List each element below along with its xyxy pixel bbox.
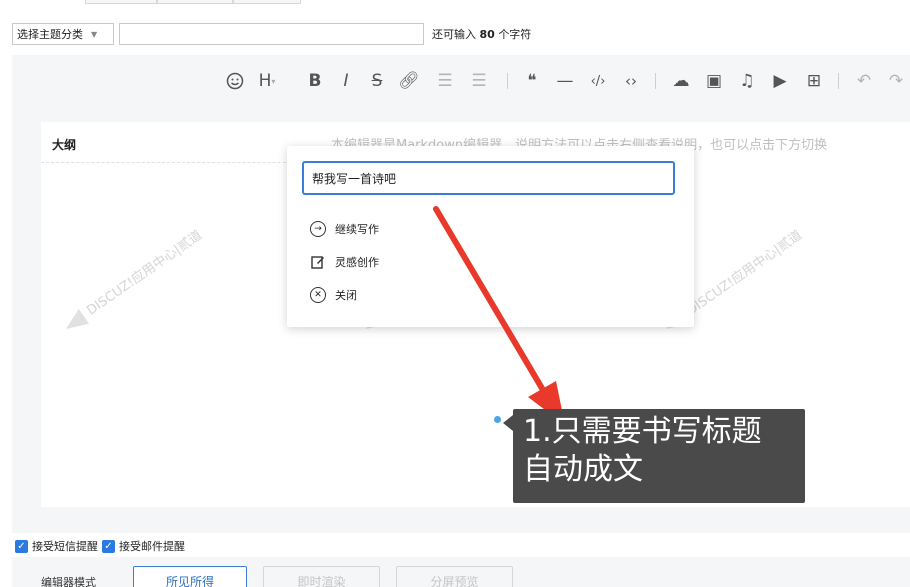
editor-mode-bar: 编辑器模式 所见所得 即时渲染 分屏预览 [12, 557, 910, 587]
tooltip-line1: 1.只需要书写标题 [523, 414, 762, 449]
email-checkbox[interactable]: ✓ [102, 539, 115, 553]
notification-options: ✓ 接受短信提醒 ✓ 接受邮件提醒 [15, 538, 189, 554]
post-editor-page: 选择主题分类 ▼ 还可输入 80 个字符 H ▾ B I S 🔗︎ ☰ ☰ ❝ —… [0, 0, 910, 587]
sms-checkbox[interactable]: ✓ [15, 539, 28, 553]
sms-checkbox-label[interactable]: 接受短信提醒 [32, 538, 98, 554]
guide-tooltip: 1.只需要书写标题 自动成文 [503, 409, 805, 503]
mode-wysiwyg-button[interactable]: 所见所得 [133, 566, 247, 587]
editor-mode-label: 编辑器模式 [41, 576, 96, 587]
tooltip-line2: 自动成文 [523, 452, 643, 487]
mode-instant-render-button[interactable]: 即时渲染 [263, 566, 380, 587]
tooltip-pointer [503, 415, 513, 431]
email-checkbox-label[interactable]: 接受邮件提醒 [119, 538, 185, 554]
mode-split-preview-button[interactable]: 分屏预览 [396, 566, 513, 587]
anchor-dot [494, 416, 501, 423]
